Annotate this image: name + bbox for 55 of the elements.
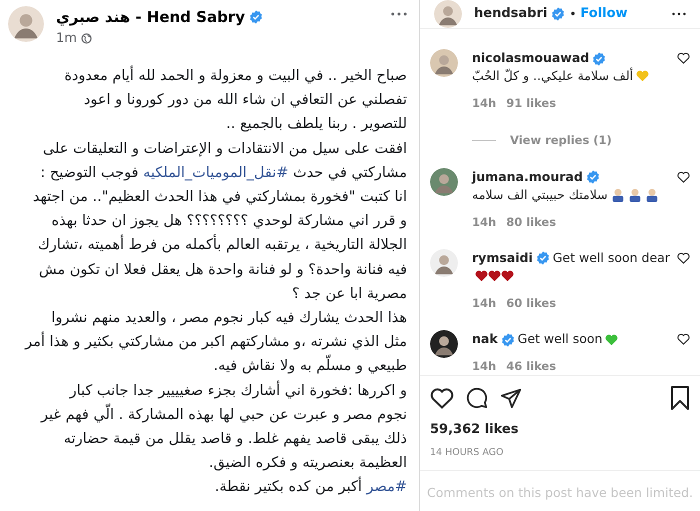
profile-username[interactable]: hendsabri <box>474 4 548 24</box>
post-text-line: صباح الخير .. في البيت و معزولة و الحمد لله أيام معدودة <box>8 64 407 88</box>
post-text-line: و اكررها :فخورة اني أشارك بجزء صغيييير جدا جانب كبار <box>68 380 407 401</box>
bookmark-icon[interactable] <box>670 386 690 410</box>
like-icon[interactable] <box>430 387 454 410</box>
avatar <box>430 248 458 277</box>
author-name[interactable]: هند صبري - Hend Sabry <box>56 6 245 28</box>
post-text-line: ذلك يبقى قاصد يفهم غلط. و قاصد يقلل من قيمة حضارته <box>62 430 407 450</box>
post-text-line: طبيعي و مسلّم به ولا نقاش فيه. <box>8 354 407 379</box>
post-text-line: افقت على سيل من الانتقادات و الإعتراضات و التعليقات على <box>42 140 407 159</box>
comment-username[interactable]: rymsaidi <box>472 250 533 265</box>
avatar <box>430 49 458 77</box>
comment-text: Get well soon <box>518 331 602 346</box>
avatar <box>430 168 458 196</box>
comment-text: سلامتك حبيبتي الف سلامه <box>472 186 608 204</box>
post-text-line: تفصلني عن التعافي ان شاء الله من دور كورونا و اعود <box>82 91 407 110</box>
comment-username[interactable]: jumana.mourad <box>472 168 583 184</box>
post-text-line: الجلالة التاريخية ، يرتقبه العالم بأكمله من فرط أهميته ،تشارك <box>8 233 407 258</box>
like-comment-icon[interactable] <box>677 52 690 64</box>
comments-limited-notice: Comments on this post have been limited. <box>427 484 693 502</box>
avatar <box>434 0 462 28</box>
comment-time: 14h <box>472 294 496 312</box>
separator-dot: • <box>569 6 576 23</box>
post-text-line: مثل الذي نشرته ،و مشاركتهم اكبر من مشاركتي بكثير و هذا أمر <box>8 330 407 354</box>
like-comment-icon[interactable] <box>677 333 690 345</box>
comment-time: 14h <box>472 95 496 112</box>
likes-count[interactable]: 59,362 likes <box>430 420 690 440</box>
comment-username[interactable]: nak <box>472 331 498 346</box>
comment-text: Get well soon dear <box>552 250 670 265</box>
post-text-line: نجوم مصر و عبرت عن حبي لها بهذه المشاركة . الّي فهم غير <box>8 402 407 428</box>
comment-time: 14h <box>472 214 496 230</box>
comment-time: 14h <box>472 358 496 375</box>
avatar <box>8 6 44 42</box>
avatar <box>430 330 458 358</box>
post-text-line: #مصر أكبر من كده بكتير نقطة. <box>8 475 407 500</box>
like-comment-icon[interactable] <box>677 170 690 182</box>
post-text-line: مصرية ابا عن جد ؟ <box>290 284 407 304</box>
post-text-line: هذا الحدث يشارك فيه كبار نجوم مصر ، والعديد منهم نشروا <box>50 309 407 328</box>
comment-icon[interactable] <box>466 387 488 410</box>
post-text-line: مشاركتي في حدث #نقل_الموميات_الملكيه فوجب التوضيح : <box>39 164 407 183</box>
post-text-line: للتصوير . ربنا يلطف بالجميع .. <box>225 115 407 134</box>
post-text-line: انا كتبت "فخورة بمشاركتي في هذا الحدث العظيم".. من اجتهد <box>32 188 407 208</box>
share-icon[interactable] <box>500 387 522 410</box>
hashtag-link[interactable]: #مصر <box>366 479 407 496</box>
comment-username[interactable]: nicolasmouawad <box>472 50 590 65</box>
like-comment-icon[interactable] <box>677 252 690 264</box>
more-icon[interactable] <box>672 12 686 16</box>
comment-text: ألف سلامة عليكي.. و كلّ الحُبّ <box>472 67 634 85</box>
post-text-line: العظيمة بعنصريته و فكره الضيق. <box>208 454 407 474</box>
post-age: 14 HOURS AGO <box>430 446 505 460</box>
post-time[interactable]: 1m <box>56 28 77 48</box>
hashtag-link[interactable]: #نقل_الموميات_الملكيه <box>143 164 288 181</box>
post-text-line: و قرر اني مشاركة لوحدي ؟؟؟؟؟؟؟؟ هل يجوز ان حدثا بهذه <box>50 212 407 232</box>
post-text-line: فيه فنانة واحدة؟ و لو فنانة واحدة هل يعقل فعلا ان تكون مش <box>38 260 407 280</box>
globe-icon <box>80 32 92 44</box>
